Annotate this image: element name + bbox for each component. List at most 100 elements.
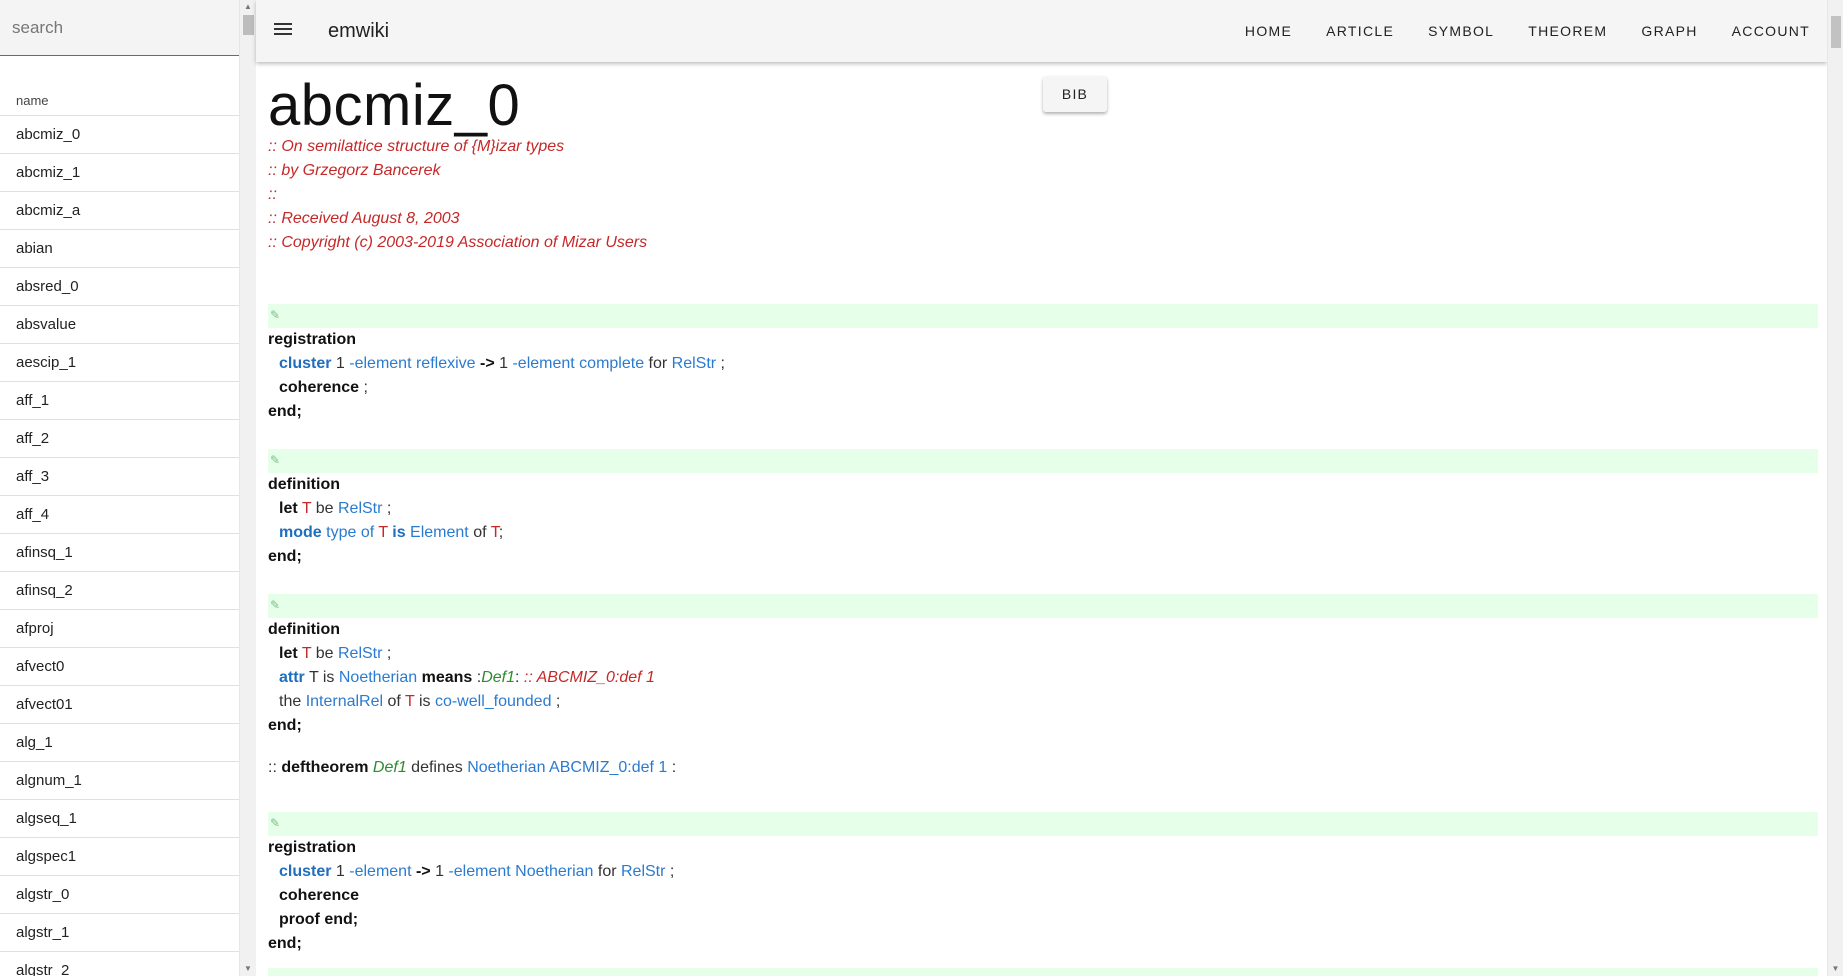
code-line: end; <box>268 400 1818 424</box>
keyword: -> <box>415 863 431 880</box>
menu-icon[interactable] <box>274 20 294 40</box>
edit-icon[interactable]: ✎ <box>270 309 282 321</box>
scroll-up-arrow-icon[interactable]: ▲ <box>240 0 256 14</box>
keyword: cluster <box>279 863 332 880</box>
list-item[interactable]: alg_1 <box>0 724 239 762</box>
list-item[interactable]: aff_3 <box>0 458 239 496</box>
code-text: ; <box>551 693 561 710</box>
symbol-link[interactable]: -element <box>448 863 510 880</box>
sidebar: name abcmiz_0abcmiz_1abcmiz_aabianabsred… <box>0 0 256 976</box>
list-item[interactable]: aff_2 <box>0 420 239 458</box>
list-item[interactable]: algseq_1 <box>0 800 239 838</box>
keyword: definition <box>268 476 340 493</box>
variable: T <box>301 645 312 662</box>
symbol-link[interactable]: -element <box>349 863 411 880</box>
code-block-registration: ✎ registration cluster 1 -element reflexiv… <box>268 304 1818 424</box>
keyword: is <box>392 524 406 541</box>
list-item[interactable]: afvect0 <box>0 648 239 686</box>
edit-icon[interactable]: ✎ <box>270 599 282 611</box>
keyword: mode <box>279 524 322 541</box>
code-line: end; <box>268 932 1818 956</box>
sidebar-scroll-thumb[interactable] <box>243 15 254 35</box>
keyword: end; <box>268 548 302 565</box>
list-item[interactable]: absvalue <box>0 306 239 344</box>
main-scroll-thumb[interactable] <box>1831 16 1841 48</box>
list-item[interactable]: abian <box>0 230 239 268</box>
list-item[interactable]: algspec1 <box>0 838 239 876</box>
list-item[interactable]: absred_0 <box>0 268 239 306</box>
article-list: name abcmiz_0 abcmiz_1 abcmiz_a abian absred… <box>0 78 239 976</box>
nav-article-button[interactable]: ARTICLE <box>1309 0 1411 62</box>
keyword: registration <box>268 839 357 856</box>
list-item[interactable]: algstr_2 <box>0 952 239 976</box>
list-header-name: name <box>0 78 239 116</box>
list-item[interactable]: algnum_1 <box>0 762 239 800</box>
list-item[interactable]: abcmiz_0 <box>0 116 239 154</box>
keyword: means <box>421 669 473 686</box>
edit-bar: ✎ <box>268 812 1818 836</box>
nav-symbol-button[interactable]: SYMBOL <box>1411 0 1511 62</box>
list-item[interactable]: aescip_1 <box>0 344 239 382</box>
nav-account-button[interactable]: ACCOUNT <box>1715 0 1827 62</box>
symbol-link[interactable]: -element <box>512 355 574 372</box>
symbol-link[interactable]: reflexive <box>416 355 476 372</box>
nav-graph-button[interactable]: GRAPH <box>1624 0 1714 62</box>
edit-icon[interactable]: ✎ <box>270 454 282 466</box>
variable: T <box>301 500 312 517</box>
code-line: coherence ; <box>268 376 1818 400</box>
edit-icon[interactable]: ✎ <box>270 817 282 829</box>
symbol-link[interactable]: Noetherian <box>515 863 593 880</box>
comment-line: :: by Grzegorz Bancerek <box>268 162 441 179</box>
edit-bar: ✎ <box>268 449 1818 473</box>
symbol-link[interactable]: RelStr <box>621 863 665 880</box>
symbol-link[interactable]: complete <box>579 355 644 372</box>
sidebar-scrollbar[interactable]: ▲ ▼ <box>239 0 256 976</box>
symbol-link[interactable]: Noetherian <box>339 669 417 686</box>
list-item[interactable]: aff_1 <box>0 382 239 420</box>
scroll-down-arrow-icon[interactable]: ▼ <box>1828 962 1843 976</box>
nav-theorem-button[interactable]: THEOREM <box>1511 0 1624 62</box>
list-item[interactable]: afvect01 <box>0 686 239 724</box>
symbol-link[interactable]: co-well_founded <box>435 693 552 710</box>
code-text: be <box>311 500 338 517</box>
main-scrollbar[interactable]: ▼ <box>1827 0 1843 976</box>
symbol-link[interactable]: RelStr <box>338 500 382 517</box>
code-text: ; <box>382 645 392 662</box>
keyword: end; <box>268 717 302 734</box>
keyword: -> <box>480 355 495 372</box>
symbol-link[interactable]: Noetherian <box>467 759 545 776</box>
symbol-link[interactable]: InternalRel <box>306 693 383 710</box>
symbol-link[interactable]: RelStr <box>672 355 716 372</box>
list-item[interactable]: abcmiz_a <box>0 192 239 230</box>
comment-line: :: <box>268 186 277 203</box>
nav-home-button[interactable]: HOME <box>1228 0 1309 62</box>
scroll-down-arrow-icon[interactable]: ▼ <box>240 962 256 976</box>
keyword: let <box>279 500 298 517</box>
keyword: end; <box>268 935 302 952</box>
list-item[interactable]: afinsq_1 <box>0 534 239 572</box>
list-item[interactable]: algstr_1 <box>0 914 239 952</box>
bib-button[interactable]: BIB <box>1043 76 1107 112</box>
code-text: 1 <box>430 863 449 880</box>
top-app-bar: emwiki HOME ARTICLE SYMBOL THEOREM GRAPH… <box>256 0 1827 62</box>
code-line: attr T is Noetherian means :Def1: :: ABC… <box>268 666 1818 690</box>
list-item[interactable]: afproj <box>0 610 239 648</box>
code-text: :: <box>268 759 282 776</box>
code-text: of <box>383 693 406 710</box>
list-item[interactable]: aff_4 <box>0 496 239 534</box>
search-input[interactable] <box>0 0 239 55</box>
symbol-link[interactable]: Element <box>410 524 469 541</box>
symbol-link[interactable]: ABCMIZ_0:def 1 <box>549 759 667 776</box>
symbol-link[interactable]: type of <box>326 524 374 541</box>
list-item[interactable]: abcmiz_1 <box>0 154 239 192</box>
code-line: coherence <box>268 884 1818 908</box>
list-item[interactable]: afinsq_2 <box>0 572 239 610</box>
list-item[interactable]: algstr_0 <box>0 876 239 914</box>
code-text: the <box>279 693 306 710</box>
keyword: coherence <box>279 887 360 904</box>
symbol-link[interactable]: -element <box>349 355 411 372</box>
code-text: of <box>468 524 491 541</box>
symbol-link[interactable]: RelStr <box>338 645 382 662</box>
code-line: registration <box>268 836 1818 860</box>
keyword: definition <box>268 621 340 638</box>
